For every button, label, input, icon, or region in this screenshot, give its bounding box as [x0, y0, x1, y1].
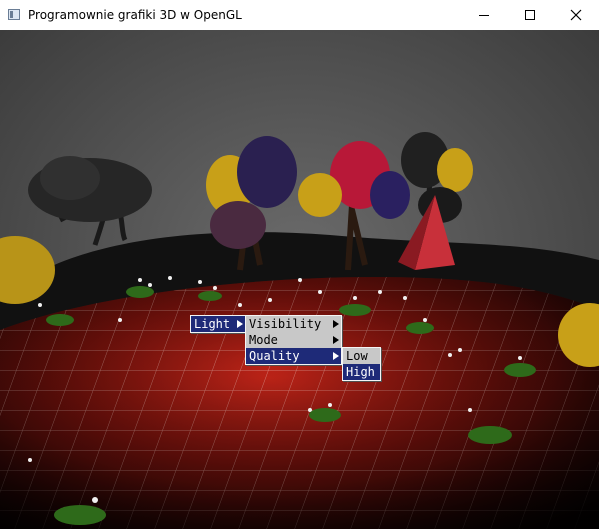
menu-item-mode-label: Mode [249, 333, 278, 347]
menu-item-mode[interactable]: Mode [246, 332, 341, 348]
minimize-icon [479, 15, 489, 16]
window-title: Programownie grafiki 3D w OpenGL [28, 8, 242, 22]
maximize-icon [525, 10, 535, 20]
opengl-viewport[interactable]: Light Visibility Mode Quality Low High [0, 30, 599, 529]
window-titlebar[interactable]: Programownie grafiki 3D w OpenGL [0, 0, 599, 30]
3d-scene [0, 30, 599, 529]
close-icon [570, 9, 582, 21]
minimize-button[interactable] [461, 0, 507, 30]
menu-item-visibility[interactable]: Visibility [246, 316, 341, 332]
submenu-arrow-icon [237, 320, 243, 328]
menu-item-low-label: Low [346, 349, 368, 363]
menu-item-low[interactable]: Low [343, 348, 380, 364]
submenu-arrow-icon [333, 352, 339, 360]
context-menu-light: Visibility Mode Quality [245, 315, 342, 365]
context-menu-root: Light [190, 315, 246, 333]
context-menu-quality: Low High [342, 347, 381, 381]
menu-item-visibility-label: Visibility [249, 317, 322, 331]
maximize-button[interactable] [507, 0, 553, 30]
menu-item-light[interactable]: Light [191, 316, 245, 332]
menu-item-quality-label: Quality [249, 349, 300, 363]
submenu-arrow-icon [333, 320, 339, 328]
submenu-arrow-icon [333, 336, 339, 344]
menu-item-quality[interactable]: Quality [246, 348, 341, 364]
menu-item-light-label: Light [194, 317, 231, 331]
close-button[interactable] [553, 0, 599, 30]
menu-item-high[interactable]: High [343, 364, 380, 380]
app-window-icon [8, 9, 20, 20]
menu-item-high-label: High [346, 365, 375, 379]
